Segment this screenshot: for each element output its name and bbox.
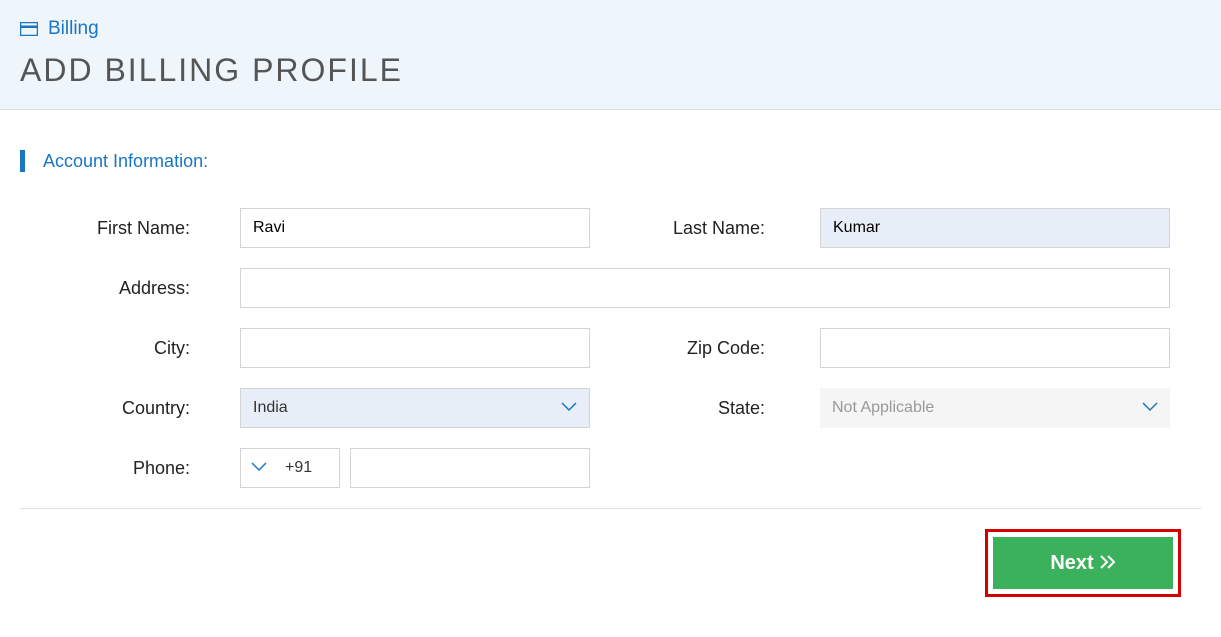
chevron-down-icon — [561, 399, 577, 417]
last-name-label: Last Name: — [620, 218, 820, 239]
section-title-bar — [20, 150, 25, 172]
row-address: Address: — [40, 268, 1181, 308]
first-name-label: First Name: — [40, 218, 240, 239]
chevron-down-icon — [251, 459, 267, 477]
city-label: City: — [40, 338, 240, 359]
phone-label: Phone: — [40, 458, 240, 479]
next-button-highlight: Next — [985, 529, 1181, 597]
breadcrumb: Billing — [20, 18, 1201, 40]
phone-input[interactable] — [350, 448, 590, 488]
phone-code-value: +91 — [285, 459, 312, 477]
city-input[interactable] — [240, 328, 590, 368]
row-name: First Name: Last Name: — [40, 208, 1181, 248]
divider — [20, 508, 1201, 509]
double-chevron-right-icon — [1100, 552, 1116, 575]
last-name-input[interactable] — [820, 208, 1170, 248]
state-select-value: Not Applicable — [832, 399, 934, 417]
country-label: Country: — [40, 398, 240, 419]
first-name-input[interactable] — [240, 208, 590, 248]
page-title: ADD BILLING PROFILE — [20, 52, 1201, 89]
state-select[interactable]: Not Applicable — [820, 388, 1170, 428]
row-city-zip: City: Zip Code: — [40, 328, 1181, 368]
footer: Next — [20, 529, 1201, 617]
breadcrumb-label[interactable]: Billing — [48, 18, 99, 40]
section-title-label: Account Information: — [43, 151, 208, 172]
state-label: State: — [620, 398, 820, 419]
row-country-state: Country: India State: Not Applicable — [40, 388, 1181, 428]
next-button-label: Next — [1050, 552, 1093, 575]
address-label: Address: — [40, 278, 240, 299]
phone-code-select[interactable]: +91 — [240, 448, 340, 488]
chevron-down-icon — [1142, 399, 1158, 417]
row-phone: Phone: +91 — [40, 448, 1181, 488]
zip-code-input[interactable] — [820, 328, 1170, 368]
content-area: Account Information: First Name: Last Na… — [0, 110, 1221, 637]
section-title: Account Information: — [20, 150, 1201, 172]
country-select[interactable]: India — [240, 388, 590, 428]
form-area: First Name: Last Name: Address: City: Zi… — [20, 208, 1201, 488]
page-header: Billing ADD BILLING PROFILE — [0, 0, 1221, 110]
country-select-value: India — [253, 399, 288, 417]
address-input[interactable] — [240, 268, 1170, 308]
credit-card-icon — [20, 22, 38, 36]
zip-code-label: Zip Code: — [620, 338, 820, 359]
next-button[interactable]: Next — [993, 537, 1173, 589]
